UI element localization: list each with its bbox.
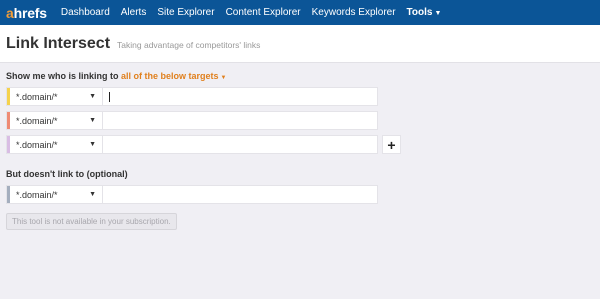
nav-item-keywords-explorer[interactable]: Keywords Explorer xyxy=(312,7,396,18)
target-url-input[interactable] xyxy=(103,112,377,129)
target-url-input[interactable] xyxy=(103,136,377,153)
target-mode-value: *.domain/* xyxy=(16,139,58,150)
targets-label-prefix: Show me who is linking to xyxy=(6,71,119,81)
target-mode-select[interactable]: *.domain/* ▼ xyxy=(10,112,103,129)
ahrefs-logo[interactable]: a hrefs xyxy=(6,5,47,21)
chevron-down-icon: ▼ xyxy=(89,93,96,100)
tools-label: Tools xyxy=(406,7,433,18)
add-target-button[interactable]: + xyxy=(382,135,401,154)
exclude-row: *.domain/* ▼ xyxy=(6,185,378,204)
nav-item-tools[interactable]: Tools ▼ xyxy=(407,7,442,18)
nav-item-dashboard[interactable]: Dashboard xyxy=(61,7,110,18)
exclude-mode-value: *.domain/* xyxy=(16,189,58,200)
target-mode-select[interactable]: *.domain/* ▼ xyxy=(10,88,103,105)
text-cursor xyxy=(109,92,110,102)
logo-rest: hrefs xyxy=(13,4,47,21)
chevron-down-icon: ▼ xyxy=(89,117,96,124)
target-row-3: *.domain/* ▼ xyxy=(6,135,378,154)
target-row-1: *.domain/* ▼ xyxy=(6,87,378,106)
logo-a: a xyxy=(6,4,14,21)
target-url-input[interactable] xyxy=(103,88,377,105)
targets-label: Show me who is linking to all of the bel… xyxy=(6,71,227,81)
chevron-down-icon: ▼ xyxy=(434,10,442,17)
top-navbar: a hrefs Dashboard Alerts Site Explorer Co… xyxy=(0,0,600,25)
target-row-2: *.domain/* ▼ xyxy=(6,111,378,130)
nav-item-alerts[interactable]: Alerts xyxy=(121,7,147,18)
nav-item-content-explorer[interactable]: Content Explorer xyxy=(226,7,301,18)
page-title: Link Intersect xyxy=(6,34,111,52)
page-subtitle: Taking advantage of competitors' links xyxy=(117,40,261,50)
exclude-url-input[interactable] xyxy=(103,186,377,203)
chevron-down-icon: ▼ xyxy=(89,141,96,148)
target-mode-value: *.domain/* xyxy=(16,115,58,126)
exclude-label: But doesn't link to (optional) xyxy=(6,169,128,179)
targets-mode-dropdown[interactable]: all of the below targets ▼ xyxy=(121,71,226,81)
targets-mode-label: all of the below targets xyxy=(121,71,219,81)
chevron-down-icon: ▼ xyxy=(220,75,227,81)
page-header: Link Intersect Taking advantage of compe… xyxy=(0,25,600,63)
nav-item-site-explorer[interactable]: Site Explorer xyxy=(157,7,214,18)
target-mode-value: *.domain/* xyxy=(16,91,58,102)
target-mode-select[interactable]: *.domain/* ▼ xyxy=(10,136,103,153)
subscription-notice: This tool is not available in your subsc… xyxy=(6,213,177,230)
chevron-down-icon: ▼ xyxy=(89,191,96,198)
exclude-mode-select[interactable]: *.domain/* ▼ xyxy=(10,186,103,203)
